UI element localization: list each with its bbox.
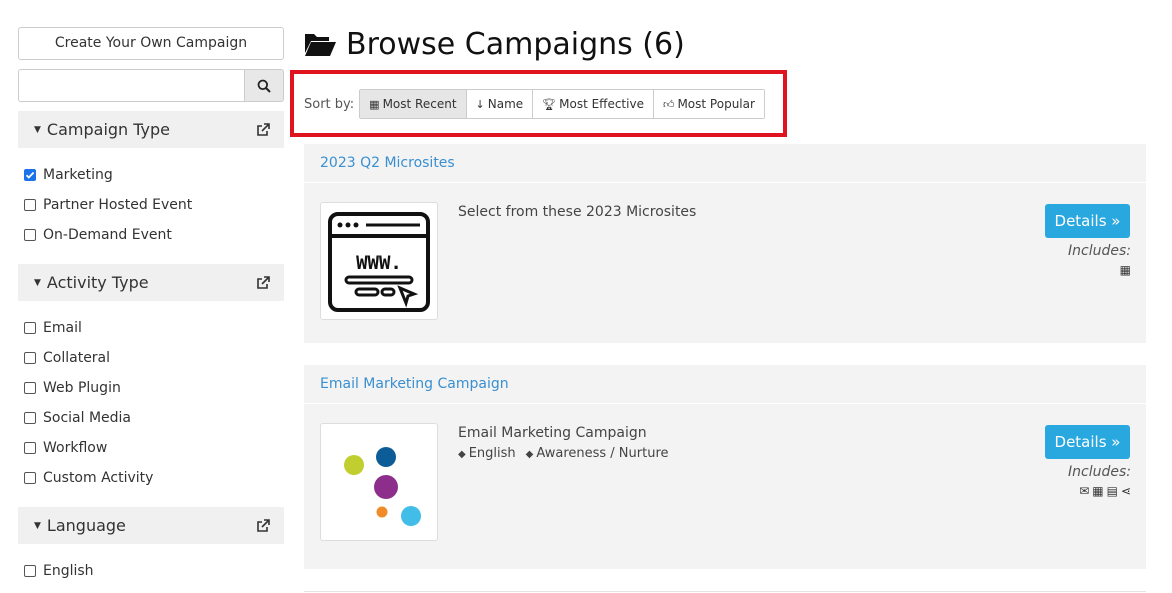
envelope-icon: ✉	[1079, 484, 1090, 498]
facet-header[interactable]: ▼ Activity Type	[18, 264, 284, 301]
facet-option-label: Partner Hosted Event	[43, 197, 193, 213]
campaign-thumbnail[interactable]	[320, 423, 438, 541]
facet-list: English	[18, 544, 284, 593]
search-icon	[257, 79, 271, 93]
tag-list: ◆ English ◆ Awareness / Nurture	[458, 446, 669, 461]
facet-option-label: Custom Activity	[43, 470, 154, 486]
checkbox-checked[interactable]	[24, 169, 36, 181]
checkbox[interactable]	[24, 565, 36, 577]
facet-list: Email Collateral Web Plugin Social Media…	[18, 301, 284, 505]
facet-option-label: Social Media	[43, 410, 132, 426]
includes-label: Includes:	[1068, 464, 1131, 480]
facet-option-label: Marketing	[43, 167, 113, 183]
campaign-card: Email Marketing Campaign Email Marketing…	[304, 365, 1146, 569]
sidebar: Create Your Own Campaign ▼ Campaign Type …	[18, 27, 284, 593]
search-bar	[18, 69, 284, 102]
facet-option-label: Workflow	[43, 440, 108, 456]
checkbox[interactable]	[24, 442, 36, 454]
facet-activity-type: ▼ Activity Type Email Collateral Web Plug…	[18, 264, 284, 505]
caret-down-icon: ▼	[34, 277, 41, 288]
facet-title: Language	[46, 516, 126, 535]
facet-option-label: Email	[43, 320, 82, 336]
search-input[interactable]	[18, 69, 244, 102]
details-button[interactable]: Details »	[1045, 425, 1130, 459]
facet-option[interactable]: Social Media	[24, 403, 284, 433]
external-link-icon[interactable]	[256, 518, 270, 533]
document-icon: ▤	[1106, 484, 1118, 498]
checkbox[interactable]	[24, 322, 36, 334]
description-text: Select from these 2023 Microsites	[458, 204, 697, 220]
facet-header[interactable]: ▼ Campaign Type	[18, 111, 284, 148]
grid-icon: ▦	[1092, 484, 1104, 498]
page-title: Browse Campaigns (6)	[346, 26, 685, 62]
checkbox[interactable]	[24, 472, 36, 484]
divider	[304, 591, 1146, 592]
tag-label: English	[468, 446, 516, 461]
tag: ◆ English	[458, 446, 516, 461]
facet-header[interactable]: ▼ Language	[18, 507, 284, 544]
external-link-icon[interactable]	[256, 275, 270, 290]
campaign-title-link[interactable]: 2023 Q2 Microsites	[304, 144, 1146, 183]
facet-option[interactable]: Custom Activity	[24, 463, 284, 493]
tag-icon: ◆	[458, 449, 466, 460]
page-header: Browse Campaigns (6)	[304, 22, 1146, 66]
highlight-box	[290, 70, 787, 137]
facet-option-label: Web Plugin	[43, 380, 121, 396]
checkbox[interactable]	[24, 382, 36, 394]
facet-campaign-type: ▼ Campaign Type Marketing Partner Hosted …	[18, 111, 284, 262]
checkbox[interactable]	[24, 412, 36, 424]
includes-section: Includes: ▦	[1068, 243, 1131, 277]
checkbox[interactable]	[24, 352, 36, 364]
create-campaign-button[interactable]: Create Your Own Campaign	[18, 27, 284, 60]
facet-option[interactable]: Collateral	[24, 343, 284, 373]
tag-label: Awareness / Nurture	[536, 446, 669, 461]
facet-option[interactable]: Workflow	[24, 433, 284, 463]
facet-option[interactable]: Web Plugin	[24, 373, 284, 403]
share-icon: ⋖	[1120, 484, 1131, 498]
facet-title: Activity Type	[46, 273, 149, 292]
caret-down-icon: ▼	[34, 520, 41, 531]
details-button[interactable]: Details »	[1045, 204, 1130, 238]
facet-option-label: On-Demand Event	[43, 227, 172, 243]
tag-icon: ◆	[525, 449, 534, 460]
campaign-description: Select from these 2023 Microsites	[458, 204, 696, 220]
checkbox[interactable]	[24, 229, 36, 241]
svg-text:WWW.: WWW.	[356, 252, 402, 274]
facet-title: Campaign Type	[46, 120, 171, 139]
facet-option[interactable]: Partner Hosted Event	[24, 190, 284, 220]
main-content: Browse Campaigns (6) Sort by: ▦ Most Rece…	[304, 22, 1146, 119]
campaign-thumbnail[interactable]: WWW.	[320, 202, 438, 320]
facet-option[interactable]: English	[24, 556, 284, 586]
facet-option-label: English	[43, 563, 94, 579]
tag: ◆ Awareness / Nurture	[526, 446, 669, 461]
facet-option[interactable]: Marketing	[24, 160, 284, 190]
campaign-card: 2023 Q2 Microsites WWW. Select from thes…	[304, 144, 1146, 343]
campaign-description: Email Marketing Campaign ◆ English ◆ Aware…	[458, 425, 669, 461]
grid-icon: ▦	[1119, 263, 1131, 277]
includes-label: Includes:	[1068, 243, 1131, 259]
colored-dots-logo	[344, 447, 421, 526]
facet-option[interactable]: Email	[24, 313, 284, 343]
campaign-title-link[interactable]: Email Marketing Campaign	[304, 365, 1146, 404]
facet-language: ▼ Language English	[18, 507, 284, 593]
facet-list: Marketing Partner Hosted Event On-Demand…	[18, 148, 284, 262]
folder-open-icon	[305, 34, 336, 56]
search-button[interactable]	[244, 69, 284, 102]
website-icon: WWW.	[328, 212, 430, 312]
facet-option[interactable]: On-Demand Event	[24, 220, 284, 250]
description-text: Email Marketing Campaign	[458, 425, 647, 441]
checkbox[interactable]	[24, 199, 36, 211]
includes-section: Includes: ✉ ▦ ▤ ⋖	[1068, 464, 1131, 498]
facet-option-label: Collateral	[43, 350, 111, 366]
caret-down-icon: ▼	[34, 124, 41, 135]
external-link-icon[interactable]	[256, 122, 270, 137]
